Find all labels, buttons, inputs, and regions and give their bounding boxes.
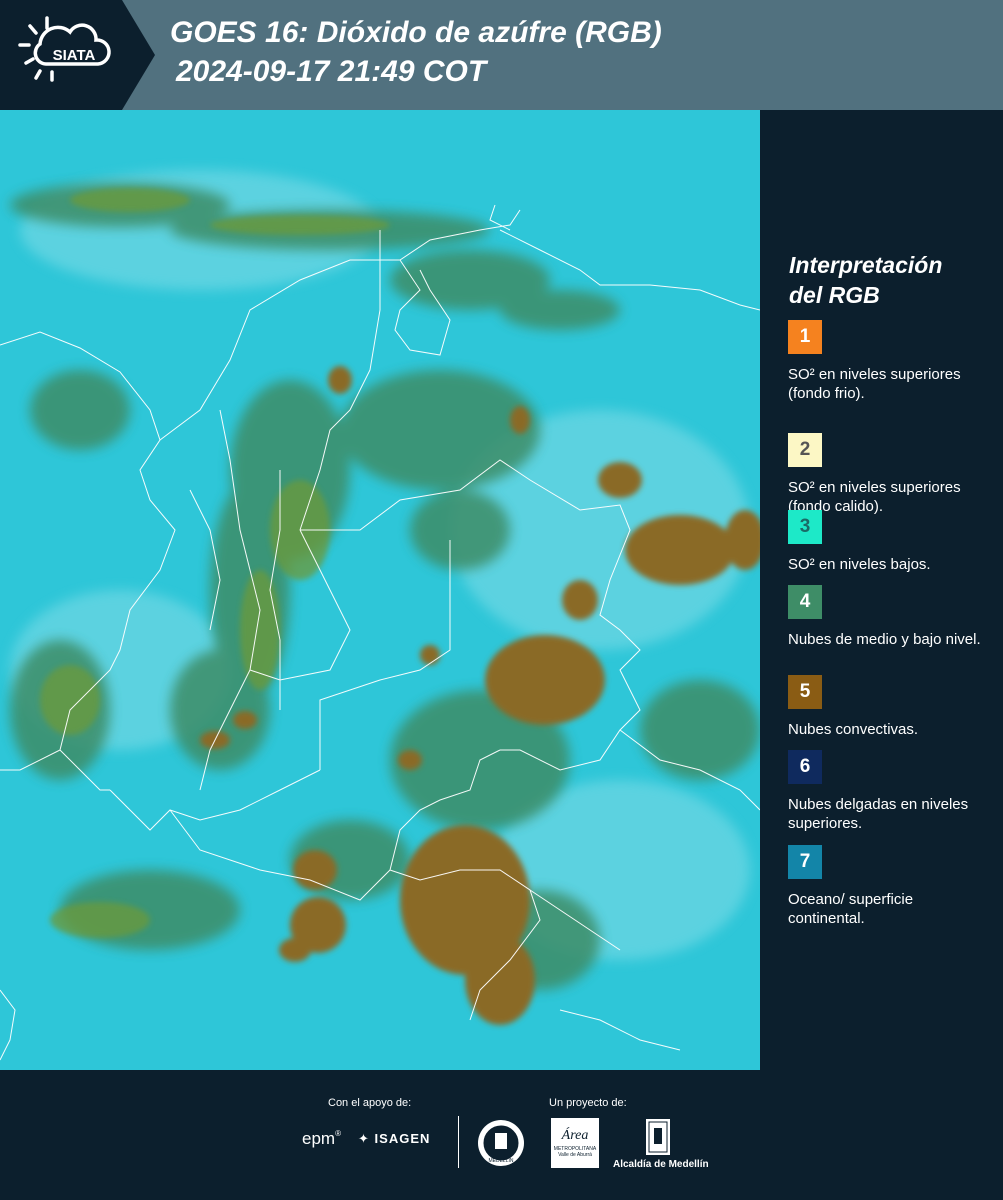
legend-item: 4 Nubes de medio y bajo nivel. <box>788 585 988 649</box>
support-label: Con el apoyo de: <box>328 1097 412 1109</box>
isagen-logo: ✦ ISAGEN <box>358 1131 431 1146</box>
legend-label: SO² en niveles bajos. <box>788 556 931 573</box>
legend-label: SO² en niveles superiores (fondo frio). <box>788 366 961 402</box>
legend-swatch: 5 <box>788 675 822 709</box>
legend-item: 1 SO² en niveles superiores (fondo frio). <box>788 320 988 403</box>
satellite-map[interactable] <box>0 110 760 1070</box>
svg-text:MEDELLÍN: MEDELLÍN <box>488 1157 513 1164</box>
legend-item: 2 SO² en niveles superiores (fondo calido… <box>788 433 988 516</box>
isagen-mark-icon: ✦ <box>358 1131 370 1146</box>
page-timestamp: 2024-09-17 21:49 COT <box>176 55 487 88</box>
legend-title-line1: Interpretación <box>789 252 943 278</box>
siata-logo: SIATA <box>0 0 155 110</box>
alcaldia-label: Alcaldía de Medellín <box>613 1159 709 1170</box>
footer-divider <box>458 1116 459 1168</box>
legend-title-line2: del RGB <box>789 282 880 308</box>
footer: Con el apoyo de: Un proyecto de: epm® ✦ … <box>0 1070 1003 1200</box>
legend-item: 6 Nubes delgadas en niveles superiores. <box>788 750 988 833</box>
legend-label: Nubes delgadas en niveles superiores. <box>788 796 969 832</box>
legend-label: Nubes convectivas. <box>788 721 919 738</box>
alcaldia-shield-icon <box>646 1119 670 1155</box>
legend-swatch: 6 <box>788 750 822 784</box>
satellite-image <box>0 110 760 1070</box>
legend-panel: Interpretación del RGB 1 SO² en niveles s… <box>760 110 1003 1070</box>
legend-label: Nubes de medio y bajo nivel. <box>788 631 981 648</box>
area-metropolitana-logo: Área METROPOLITANA Valle de Aburrá <box>551 1118 599 1168</box>
legend-title: Interpretación del RGB <box>789 250 989 310</box>
page-title: GOES 16: Dióxido de azúfre (RGB) <box>170 16 662 49</box>
legend-swatch: 4 <box>788 585 822 619</box>
epm-logo: epm® <box>302 1129 341 1148</box>
legend-item: 3 SO² en niveles bajos. <box>788 510 988 574</box>
legend-label: Oceano/ superficie continental. <box>788 891 914 927</box>
legend-swatch: 2 <box>788 433 822 467</box>
legend-swatch: 3 <box>788 510 822 544</box>
header-bar: SIATA GOES 16: Dióxido de azúfre (RGB) 2… <box>0 0 1003 110</box>
legend-swatch: 1 <box>788 320 822 354</box>
legend-swatch: 7 <box>788 845 822 879</box>
project-label: Un proyecto de: <box>549 1097 627 1109</box>
legend-item: 5 Nubes convectivas. <box>788 675 988 739</box>
legend-item: 7 Oceano/ superficie continental. <box>788 845 988 928</box>
medellin-seal-logo: MEDELLÍN <box>478 1120 524 1166</box>
svg-text:SIATA: SIATA <box>53 47 96 64</box>
